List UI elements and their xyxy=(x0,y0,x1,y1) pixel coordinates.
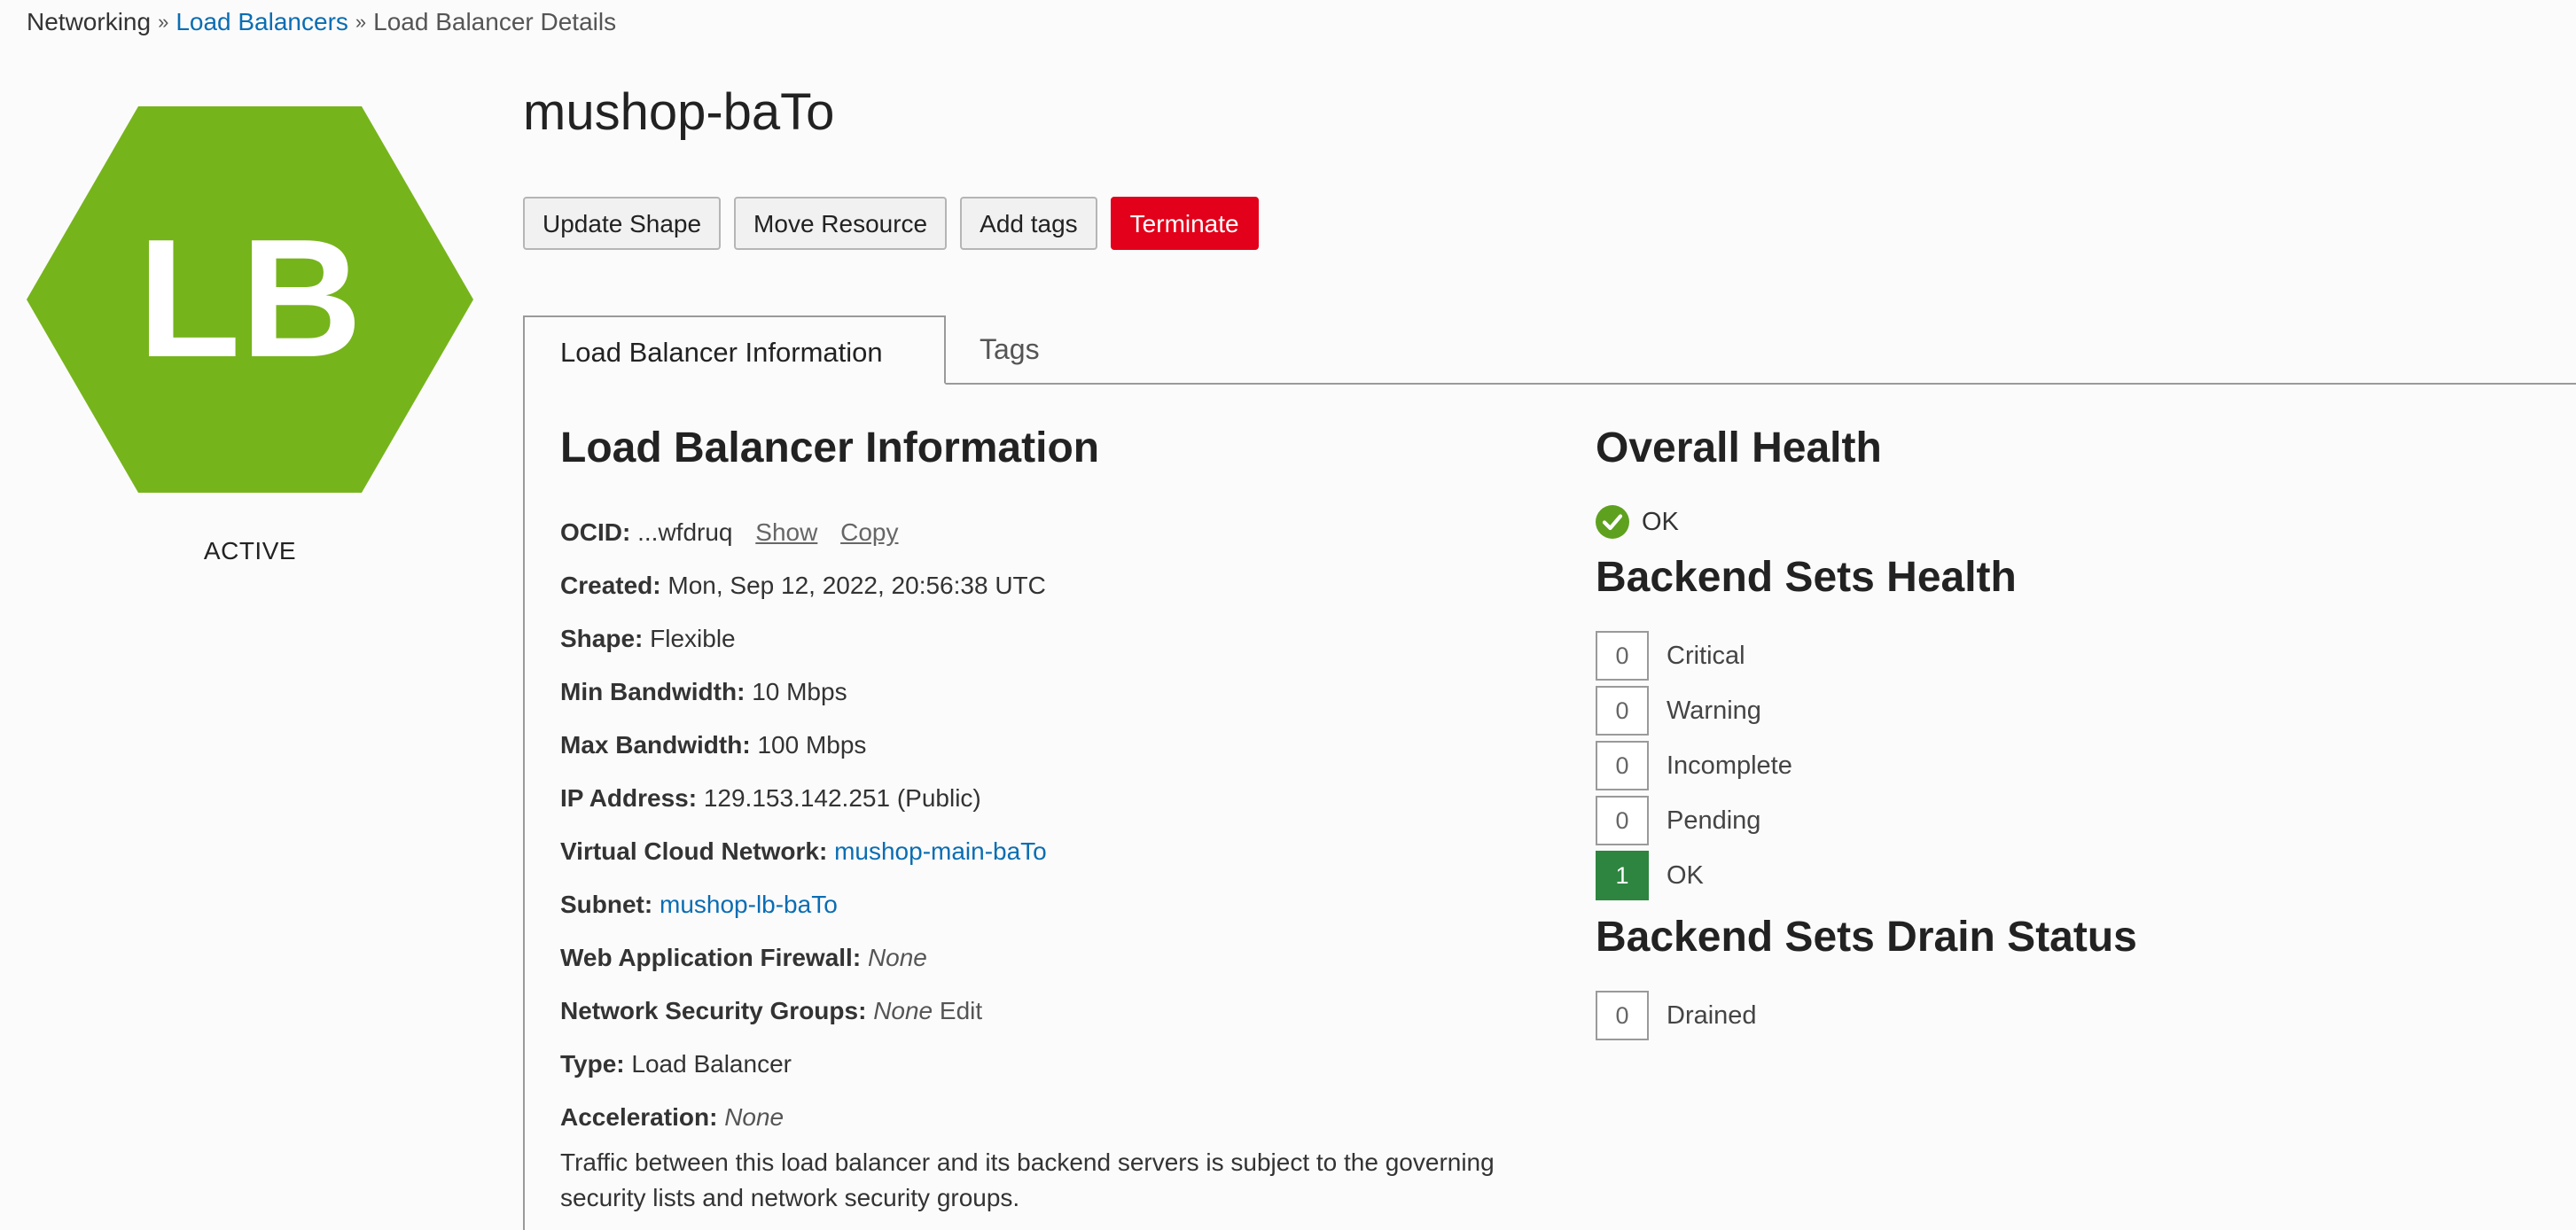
backend-sets-health-title: Backend Sets Health xyxy=(1596,554,2017,601)
waf-row: Web Application Firewall: None xyxy=(560,943,927,973)
count-label: Critical xyxy=(1667,641,1745,670)
breadcrumb-separator: » xyxy=(355,11,367,33)
action-bar: Update Shape Move Resource Add tags Term… xyxy=(523,197,1259,250)
count-label: Warning xyxy=(1667,696,1761,725)
tab-bar: Load Balancer Information Tags xyxy=(523,315,2576,385)
shape-label: Shape: xyxy=(560,625,644,652)
breadcrumb-networking[interactable]: Networking xyxy=(27,8,151,35)
count-badge: 1 xyxy=(1596,851,1649,900)
min-bandwidth-value: 10 Mbps xyxy=(752,678,847,705)
ocid-value: ...wfdruq xyxy=(637,518,733,546)
min-bandwidth-row: Min Bandwidth: 10 Mbps xyxy=(560,677,847,707)
ip-address-label: IP Address: xyxy=(560,784,698,812)
breadcrumb-separator: » xyxy=(158,11,169,33)
waf-value: None xyxy=(867,944,927,971)
type-row: Type: Load Balancer xyxy=(560,1049,792,1079)
count-badge: 0 xyxy=(1596,796,1649,845)
info-section-title: Load Balancer Information xyxy=(560,424,1100,471)
count-badge: 0 xyxy=(1596,686,1649,736)
hexagon-icon: LB xyxy=(27,106,473,493)
nsg-value: None xyxy=(873,997,933,1024)
vcn-link[interactable]: mushop-main-baTo xyxy=(834,837,1047,865)
count-badge: 0 xyxy=(1596,741,1649,790)
update-shape-button[interactable]: Update Shape xyxy=(523,197,722,250)
backend-pending-row: 0 Pending xyxy=(1596,796,1760,845)
count-label: Pending xyxy=(1667,806,1761,835)
count-label: OK xyxy=(1667,860,1704,890)
backend-incomplete-row: 0 Incomplete xyxy=(1596,741,1792,790)
count-badge: 0 xyxy=(1596,631,1649,681)
waf-label: Web Application Firewall: xyxy=(560,944,862,971)
shape-row: Shape: Flexible xyxy=(560,624,736,654)
subnet-row: Subnet: mushop-lb-baTo xyxy=(560,890,838,920)
overall-health-status: OK xyxy=(1596,505,1679,539)
check-circle-icon xyxy=(1596,505,1629,539)
breadcrumb-current: Load Balancer Details xyxy=(373,8,617,35)
add-tags-button[interactable]: Add tags xyxy=(960,197,1097,250)
max-bandwidth-label: Max Bandwidth: xyxy=(560,731,751,759)
nsg-edit-link[interactable]: Edit xyxy=(940,997,982,1024)
terminate-button[interactable]: Terminate xyxy=(1110,197,1259,250)
created-value: Mon, Sep 12, 2022, 20:56:38 UTC xyxy=(667,572,1046,599)
drain-status-title: Backend Sets Drain Status xyxy=(1596,914,2137,961)
vcn-row: Virtual Cloud Network: mushop-main-baTo xyxy=(560,837,1047,867)
vcn-label: Virtual Cloud Network: xyxy=(560,837,828,865)
backend-ok-row: 1 OK xyxy=(1596,851,1704,900)
created-row: Created: Mon, Sep 12, 2022, 20:56:38 UTC xyxy=(560,571,1046,601)
ocid-copy-link[interactable]: Copy xyxy=(840,518,898,546)
breadcrumb: Networking » Load Balancers » Load Balancer … xyxy=(27,9,616,37)
ip-address-row: IP Address: 129.153.142.251 (Public) xyxy=(560,783,981,814)
backend-warning-row: 0 Warning xyxy=(1596,686,1761,736)
ocid-row: OCID: ...wfdruq Show Copy xyxy=(560,518,898,548)
subnet-link[interactable]: mushop-lb-baTo xyxy=(660,891,838,918)
ip-address-value: 129.153.142.251 (Public) xyxy=(703,784,981,812)
overall-health-title: Overall Health xyxy=(1596,424,1882,471)
type-label: Type: xyxy=(560,1050,625,1078)
badge-text: LB xyxy=(137,205,362,393)
max-bandwidth-value: 100 Mbps xyxy=(757,731,867,759)
resource-badge: LB xyxy=(27,106,473,493)
traffic-note: Traffic between this load balancer and i… xyxy=(560,1148,1495,1211)
acceleration-label: Acceleration: xyxy=(560,1103,718,1131)
tab-load-balancer-information[interactable]: Load Balancer Information xyxy=(523,315,946,385)
page-title: mushop-baTo xyxy=(523,83,835,141)
count-label: Drained xyxy=(1667,1000,1757,1030)
backend-critical-row: 0 Critical xyxy=(1596,631,1745,681)
type-value: Load Balancer xyxy=(631,1050,792,1078)
nsg-label: Network Security Groups: xyxy=(560,997,867,1024)
lifecycle-state: ACTIVE xyxy=(203,537,297,564)
max-bandwidth-row: Max Bandwidth: 100 Mbps xyxy=(560,730,866,760)
nsg-row: Network Security Groups: None Edit xyxy=(560,996,982,1026)
count-label: Incomplete xyxy=(1667,751,1792,780)
acceleration-value: None xyxy=(724,1103,785,1131)
acceleration-row: Acceleration: None xyxy=(560,1102,784,1133)
count-badge: 0 xyxy=(1596,991,1649,1040)
breadcrumb-load-balancers-link[interactable]: Load Balancers xyxy=(176,8,348,35)
shape-value: Flexible xyxy=(650,625,736,652)
ocid-label: OCID: xyxy=(560,518,631,546)
subnet-label: Subnet: xyxy=(560,891,653,918)
created-label: Created: xyxy=(560,572,661,599)
ocid-show-link[interactable]: Show xyxy=(755,518,817,546)
drained-row: 0 Drained xyxy=(1596,991,1757,1040)
overall-health-label: OK xyxy=(1642,507,1679,536)
tab-tags[interactable]: Tags xyxy=(980,315,1040,383)
min-bandwidth-label: Min Bandwidth: xyxy=(560,678,745,705)
move-resource-button[interactable]: Move Resource xyxy=(734,197,948,250)
